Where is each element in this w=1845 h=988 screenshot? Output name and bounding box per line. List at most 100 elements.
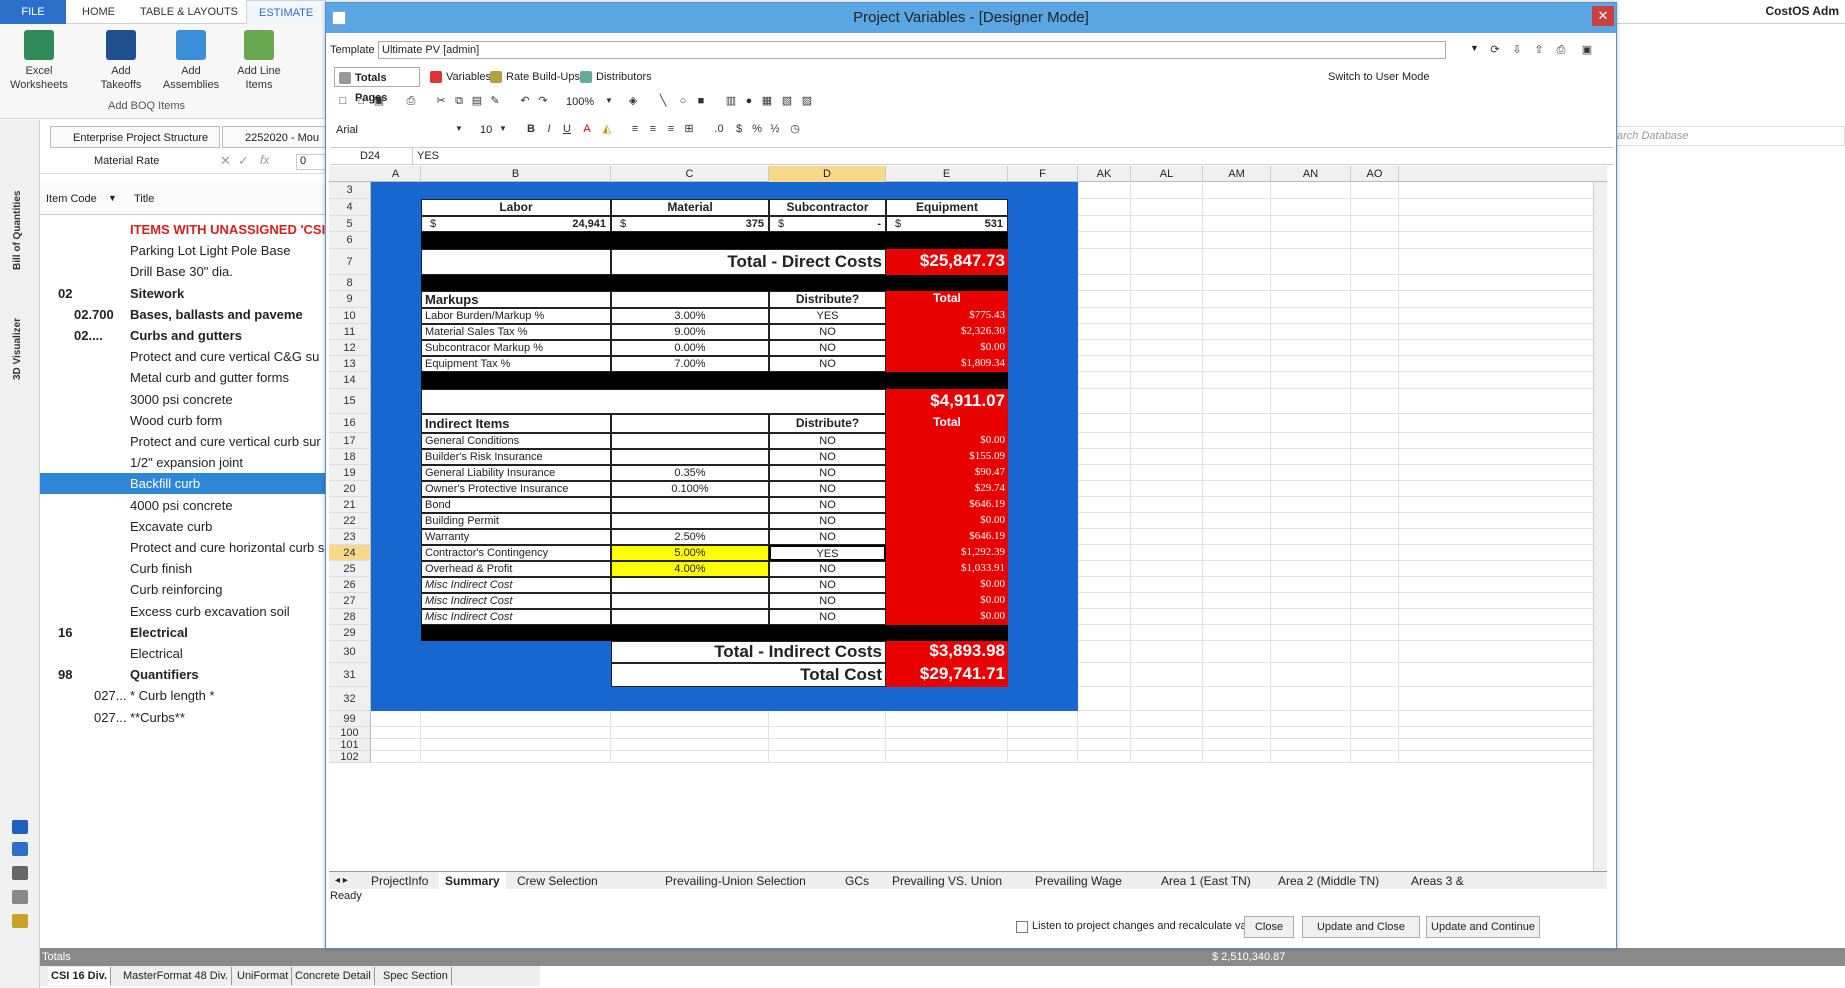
markup-percent[interactable]: 0.00% [611, 340, 769, 356]
tab-table-layouts[interactable]: TABLE & LAYOUTS [128, 0, 250, 24]
align-left-icon[interactable]: ≡ [628, 122, 642, 136]
column-header[interactable]: AN [1271, 166, 1351, 182]
tree-row[interactable]: 02 Sitework [40, 283, 330, 304]
markup-distribute[interactable]: NO [769, 324, 886, 340]
row-header[interactable]: 20 [329, 481, 371, 497]
indirect-distribute[interactable]: NO [769, 529, 886, 545]
markup-total[interactable]: $0.00 [886, 340, 1008, 356]
tab-variables[interactable]: Variables [426, 67, 491, 87]
row-header[interactable]: 7 [329, 249, 371, 275]
align-center-icon[interactable]: ≡ [646, 122, 660, 136]
total-cost-value[interactable]: $29,741.71 [886, 663, 1008, 687]
spreadsheet[interactable]: A B C D E F AK AL AM AN AO 3 4 5 6 7 8 9 10 11 12 13 14 15 16 17… [329, 166, 1607, 871]
add-line-items-button[interactable]: Add Line Items [228, 30, 290, 92]
indirect-distribute[interactable]: NO [769, 497, 886, 513]
align-right-icon[interactable]: ≡ [664, 122, 678, 136]
column-header[interactable]: E [886, 166, 1008, 182]
blank-cell[interactable] [611, 291, 769, 308]
indirect-total-label[interactable]: Total - Indirect Costs [611, 641, 886, 663]
row-header[interactable]: 4 [329, 199, 371, 216]
print-icon[interactable]: ⎙ [1554, 43, 1568, 57]
undo-icon[interactable]: ↶ [518, 94, 532, 108]
tree-row[interactable]: Protect and cure vertical C&G su [40, 346, 330, 367]
template-select[interactable]: Ultimate PV [admin] [378, 41, 1446, 59]
markup-percent[interactable]: 3.00% [611, 308, 769, 324]
tab-csi-16-div[interactable]: CSI 16 Div. [48, 967, 112, 985]
chart-wizard-icon[interactable]: ◈ [626, 94, 640, 108]
row-header[interactable]: 32 [329, 687, 371, 711]
cube-icon[interactable] [12, 820, 28, 834]
cost-type-header[interactable]: Subcontractor [769, 199, 886, 216]
tree-row[interactable]: Excess curb excavation soil [40, 601, 330, 622]
row-header[interactable]: 9 [329, 291, 371, 308]
row-header[interactable]: 31 [329, 663, 371, 687]
tab-spec-section[interactable]: Spec Section [380, 967, 452, 985]
indirect-percent[interactable] [611, 449, 769, 465]
row-header[interactable]: 15 [329, 389, 371, 414]
chevron-down-icon[interactable]: ▼ [1470, 43, 1479, 53]
row-header[interactable]: 26 [329, 577, 371, 593]
percent-icon[interactable]: % [750, 122, 764, 136]
row-header[interactable]: 27 [329, 593, 371, 609]
markup-total[interactable]: $775.43 [886, 308, 1008, 324]
row-header[interactable]: 5 [329, 216, 371, 232]
tab-concrete-detail[interactable]: Concrete Detail [292, 967, 375, 985]
indirect-distribute[interactable]: YES [769, 545, 886, 561]
row-header[interactable]: 11 [329, 324, 371, 340]
picture-icon[interactable]: ▨ [800, 94, 814, 108]
cell-reference[interactable]: D24 [360, 148, 400, 164]
image-icon[interactable]: ▧ [780, 94, 794, 108]
indirect-percent[interactable]: 2.50% [611, 529, 769, 545]
tree-row[interactable]: Drill Base 30" dia. [40, 261, 330, 282]
indirect-name[interactable]: Owner's Protective Insurance [421, 481, 611, 497]
cost-type-value[interactable]: $24,941 [421, 216, 611, 232]
indirect-total[interactable]: $646.19 [886, 529, 1008, 545]
indirect-distribute[interactable]: NO [769, 593, 886, 609]
blank-cell[interactable] [421, 249, 611, 275]
markup-name[interactable]: Subcontracor Markup % [421, 340, 611, 356]
distribute-header[interactable]: Distribute? [769, 291, 886, 308]
row-header[interactable]: 99 [329, 711, 371, 727]
row-header[interactable]: 102 [329, 751, 371, 763]
chevron-down-icon[interactable]: ▼ [496, 122, 510, 136]
markup-distribute[interactable]: YES [769, 308, 886, 324]
indirect-distribute[interactable]: NO [769, 513, 886, 529]
tree-row[interactable]: 027... * Curb length * [40, 685, 330, 706]
tree-row[interactable]: Protect and cure vertical curb sur [40, 431, 330, 452]
cut-icon[interactable]: ✂ [434, 94, 448, 108]
markups-total-value[interactable]: $4,911.07 [886, 389, 1008, 414]
indirect-total[interactable]: $29.74 [886, 481, 1008, 497]
redo-icon[interactable]: ↷ [536, 94, 550, 108]
sheet-tab-summary[interactable]: Summary [439, 872, 506, 890]
indirect-distribute[interactable]: NO [769, 609, 886, 625]
indirect-header[interactable]: Indirect Items [421, 414, 611, 433]
tree-row[interactable]: 02.... Curbs and gutters [40, 325, 330, 346]
column-dropdown-icon[interactable]: ▼ [108, 193, 117, 203]
row-header[interactable]: 100 [329, 727, 371, 739]
table-icon[interactable]: ▦ [760, 94, 774, 108]
indirect-name[interactable]: Misc Indirect Cost [421, 593, 611, 609]
fx-icon[interactable]: fx [260, 153, 269, 167]
formula-value-input[interactable]: 0 [296, 154, 326, 170]
tab-uniformat[interactable]: UniFormat [234, 967, 293, 985]
chevron-down-icon[interactable]: ▼ [452, 122, 466, 136]
indirect-total[interactable]: $155.09 [886, 449, 1008, 465]
indirect-name[interactable]: Builder's Risk Insurance [421, 449, 611, 465]
save-icon[interactable]: ▣ [372, 94, 386, 108]
row-header[interactable]: 17 [329, 433, 371, 449]
row-header[interactable]: 28 [329, 609, 371, 625]
tree-row[interactable]: 16 Electrical [40, 622, 330, 643]
indirect-percent[interactable]: 4.00% [611, 561, 769, 577]
paste-icon[interactable]: ▤ [470, 94, 484, 108]
column-header[interactable]: B [421, 166, 611, 182]
decimal-icon[interactable]: .0 [712, 122, 726, 136]
blank-cell[interactable] [611, 414, 769, 433]
row-header[interactable]: 14 [329, 372, 371, 389]
bar-chart-icon[interactable]: ▥ [724, 94, 738, 108]
tree-row[interactable]: ITEMS WITH UNASSIGNED 'CSI 16 I [40, 219, 330, 240]
sheet-tab-prevailing-union[interactable]: Prevailing-Union Selection [659, 872, 812, 890]
print-icon[interactable]: ⎙ [404, 94, 418, 108]
sheet-tab-gcs[interactable]: GCs [839, 872, 875, 890]
indirect-distribute[interactable]: NO [769, 577, 886, 593]
indirect-total[interactable]: $90.47 [886, 465, 1008, 481]
